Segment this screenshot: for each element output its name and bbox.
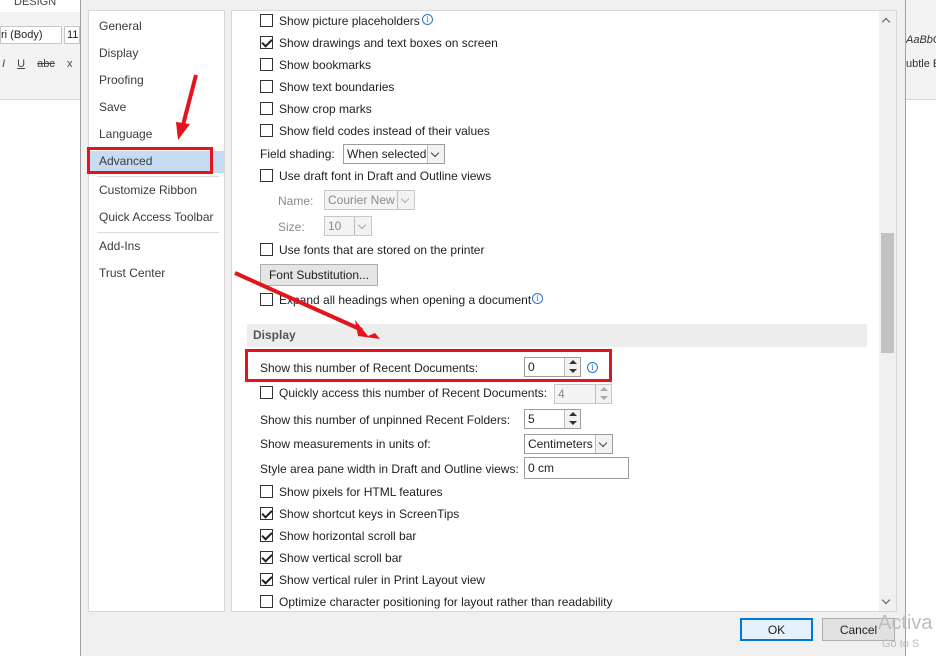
- style-area-width-input[interactable]: 0 cm: [524, 457, 629, 479]
- show-pixels-html-checkbox[interactable]: [260, 485, 273, 498]
- info-icon: i: [422, 14, 433, 25]
- info-icon: i: [532, 293, 543, 304]
- show-vertical-ruler-label: Show vertical ruler in Print Layout view: [279, 573, 486, 587]
- nav-item-display[interactable]: Display: [99, 46, 138, 60]
- background-ribbon-right: [906, 0, 936, 100]
- activation-watermark: Activa: [878, 612, 933, 634]
- draft-size-label: Size:: [278, 220, 305, 234]
- ok-button[interactable]: OK: [740, 618, 813, 641]
- subscript-icon[interactable]: x: [67, 58, 73, 70]
- draft-font-size-value: 10: [328, 219, 342, 233]
- show-horizontal-scroll-label: Show horizontal scroll bar: [279, 529, 417, 543]
- nav-item-general[interactable]: General: [99, 19, 142, 33]
- show-text-boundaries-label: Show text boundaries: [279, 80, 395, 94]
- font-substitution-button[interactable]: Font Substitution...: [260, 264, 378, 286]
- use-draft-font-checkbox[interactable]: [260, 169, 273, 182]
- quick-access-recent-label: Quickly access this number of Recent Doc…: [279, 386, 548, 400]
- unpinned-folders-spinner[interactable]: 5: [524, 409, 581, 429]
- use-printer-fonts-label: Use fonts that are stored on the printer: [279, 243, 485, 257]
- nav-item-add-ins[interactable]: Add-Ins: [99, 239, 140, 253]
- show-bookmarks-label: Show bookmarks: [279, 58, 372, 72]
- activation-watermark-sub: Go to S: [882, 638, 920, 650]
- scroll-down-icon[interactable]: [881, 595, 891, 605]
- chevron-down-icon[interactable]: [595, 435, 612, 453]
- show-text-boundaries-checkbox[interactable]: [260, 80, 273, 93]
- show-pixels-html-label: Show pixels for HTML features: [279, 485, 443, 499]
- display-section-header: Display: [247, 324, 867, 347]
- optimize-char-positioning-checkbox[interactable]: [260, 595, 273, 608]
- show-picture-placeholders-checkbox[interactable]: [260, 14, 273, 27]
- show-vertical-ruler-checkbox[interactable]: [260, 573, 273, 586]
- options-nav-panel: General Display Proofing Save Language A…: [88, 10, 225, 612]
- use-printer-fonts-checkbox[interactable]: [260, 243, 273, 256]
- quick-access-recent-value: 4: [558, 387, 565, 401]
- scroll-thumb[interactable]: [881, 233, 894, 353]
- content-scrollbar[interactable]: [879, 11, 896, 611]
- field-shading-dropdown[interactable]: When selected: [343, 144, 445, 164]
- show-vertical-scroll-checkbox[interactable]: [260, 551, 273, 564]
- style-area-width-label: Style area pane width in Draft and Outli…: [260, 462, 519, 476]
- show-drawings-checkbox[interactable]: [260, 36, 273, 49]
- draft-font-name-dropdown[interactable]: Courier New: [324, 190, 415, 210]
- field-shading-label: Field shading:: [260, 147, 335, 161]
- italic-icon[interactable]: I: [2, 58, 5, 70]
- unpinned-folders-label: Show this number of unpinned Recent Fold…: [260, 413, 511, 427]
- nav-item-proofing[interactable]: Proofing: [99, 73, 144, 87]
- show-field-codes-checkbox[interactable]: [260, 124, 273, 137]
- scroll-up-icon[interactable]: [881, 17, 891, 27]
- expand-headings-checkbox[interactable]: [260, 293, 273, 306]
- show-drawings-label: Show drawings and text boxes on screen: [279, 36, 498, 50]
- unpinned-folders-value: 5: [528, 412, 535, 426]
- spinner-arrows[interactable]: [564, 410, 580, 428]
- chevron-down-icon[interactable]: [427, 145, 444, 163]
- chevron-down-icon[interactable]: [354, 217, 371, 235]
- use-draft-font-label: Use draft font in Draft and Outline view…: [279, 169, 492, 183]
- style-preview-2[interactable]: ubtle E: [906, 58, 936, 70]
- show-crop-marks-label: Show crop marks: [279, 102, 372, 116]
- draft-font-size-dropdown[interactable]: 10: [324, 216, 372, 236]
- show-horizontal-scroll-checkbox[interactable]: [260, 529, 273, 542]
- font-size-box[interactable]: 11: [64, 26, 80, 44]
- nav-item-quick-access-toolbar[interactable]: Quick Access Toolbar: [99, 210, 214, 224]
- draft-font-name-value: Courier New: [328, 193, 395, 207]
- show-picture-placeholders-label: Show picture placeholders: [279, 14, 420, 28]
- underline-icon[interactable]: U: [17, 58, 25, 70]
- nav-item-save[interactable]: Save: [99, 100, 126, 114]
- measurement-units-dropdown[interactable]: Centimeters: [524, 434, 613, 454]
- measurement-units-label: Show measurements in units of:: [260, 437, 431, 451]
- nav-item-trust-center[interactable]: Trust Center: [99, 266, 165, 280]
- strikethrough-icon[interactable]: abc: [37, 58, 55, 70]
- measurement-units-value: Centimeters: [528, 437, 593, 451]
- advanced-highlight-box: [87, 147, 213, 174]
- format-buttons: I U abc x: [2, 58, 81, 70]
- font-name-box[interactable]: ri (Body): [0, 26, 62, 44]
- ribbon-tab-design[interactable]: DESIGN: [14, 0, 56, 8]
- show-shortcut-keys-checkbox[interactable]: [260, 507, 273, 520]
- document-page: [0, 100, 80, 656]
- quick-access-recent-spinner[interactable]: 4: [554, 384, 612, 404]
- quick-access-recent-checkbox[interactable]: [260, 386, 273, 399]
- show-bookmarks-checkbox[interactable]: [260, 58, 273, 71]
- show-vertical-scroll-label: Show vertical scroll bar: [279, 551, 403, 565]
- chevron-down-icon[interactable]: [397, 191, 414, 209]
- expand-headings-label: Expand all headings when opening a docum…: [279, 293, 532, 307]
- background-word-window-right: AaBbC ubtle E: [906, 0, 936, 656]
- nav-item-customize-ribbon[interactable]: Customize Ribbon: [99, 183, 197, 197]
- nav-item-language[interactable]: Language: [99, 127, 152, 141]
- show-crop-marks-checkbox[interactable]: [260, 102, 273, 115]
- optimize-char-positioning-label: Optimize character positioning for layou…: [279, 595, 613, 609]
- field-shading-value: When selected: [347, 147, 427, 161]
- style-preview-1[interactable]: AaBbC: [906, 34, 936, 46]
- spinner-arrows[interactable]: [595, 385, 611, 403]
- nav-separator: [97, 176, 219, 177]
- show-field-codes-label: Show field codes instead of their values: [279, 124, 490, 138]
- nav-separator: [97, 232, 219, 233]
- draft-name-label: Name:: [278, 194, 314, 208]
- recent-documents-highlight-box: [245, 349, 612, 382]
- show-shortcut-keys-label: Show shortcut keys in ScreenTips: [279, 507, 460, 521]
- advanced-options-content: Show picture placeholders i Show drawing…: [231, 10, 897, 612]
- background-word-window-left: DESIGN ri (Body) 11 I U abc x: [0, 0, 80, 656]
